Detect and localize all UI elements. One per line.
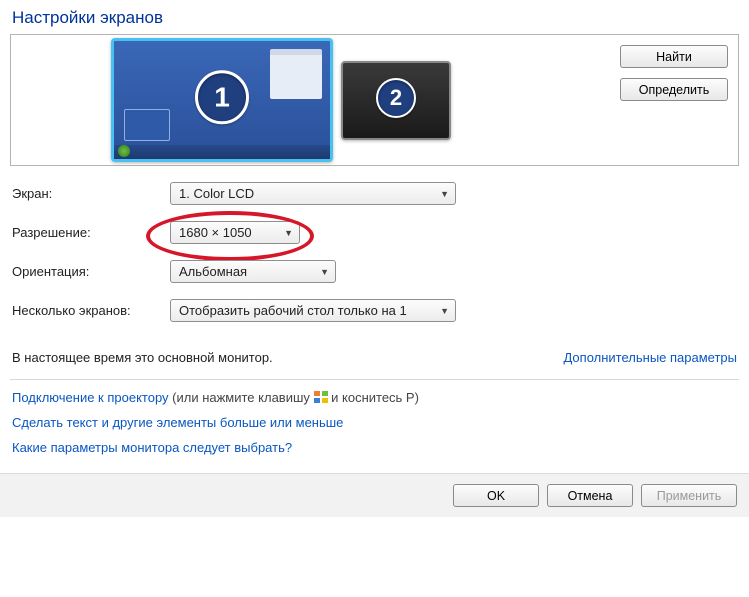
apply-button[interactable]: Применить <box>641 484 737 507</box>
multiple-displays-value: Отобразить рабочий стол только на 1 <box>179 303 407 318</box>
which-settings-link[interactable]: Какие параметры монитора следует выбрать… <box>12 440 292 455</box>
monitor-1[interactable]: 1 <box>111 38 333 162</box>
projector-hint-prefix: (или нажмите клавишу <box>169 390 314 405</box>
row-orientation: Ориентация: Альбомная ▼ <box>10 260 739 283</box>
identify-button[interactable]: Определить <box>620 78 728 101</box>
display-select[interactable]: 1. Color LCD ▼ <box>170 182 456 205</box>
display-side-buttons: Найти Определить <box>620 45 728 101</box>
orientation-select[interactable]: Альбомная ▼ <box>170 260 336 283</box>
projector-hint-suffix: и коснитесь P) <box>328 390 419 405</box>
label-multiple: Несколько экранов: <box>10 303 170 318</box>
separator <box>10 379 739 380</box>
row-multiple-displays: Несколько экранов: Отобразить рабочий ст… <box>10 299 739 322</box>
label-orientation: Ориентация: <box>10 264 170 279</box>
monitor2-badge: 2 <box>376 78 416 118</box>
monitor1-taskbar-icon <box>114 145 330 159</box>
projector-link[interactable]: Подключение к проектору <box>12 390 169 405</box>
row-resolution: Разрешение: 1680 × 1050 ▼ <box>10 221 739 244</box>
monitor-2[interactable]: 2 <box>341 61 451 140</box>
orientation-select-value: Альбомная <box>179 264 247 279</box>
windows-key-icon <box>314 391 328 404</box>
resolution-select-value: 1680 × 1050 <box>179 225 252 240</box>
text-size-link[interactable]: Сделать текст и другие элементы больше и… <box>12 415 343 430</box>
primary-info-row: В настоящее время это основной монитор. … <box>10 350 739 365</box>
text-size-row: Сделать текст и другие элементы больше и… <box>12 415 737 430</box>
chevron-down-icon: ▼ <box>284 228 293 238</box>
monitor1-window-icon <box>270 49 322 99</box>
display-arrangement-box: 1 2 Найти Определить <box>10 34 739 166</box>
page-title: Настройки экранов <box>12 8 739 28</box>
cancel-button[interactable]: Отмена <box>547 484 633 507</box>
chevron-down-icon: ▼ <box>320 267 329 277</box>
display-select-value: 1. Color LCD <box>179 186 254 201</box>
primary-monitor-text: В настоящее время это основной монитор. <box>12 350 273 365</box>
row-display: Экран: 1. Color LCD ▼ <box>10 182 739 205</box>
find-button[interactable]: Найти <box>620 45 728 68</box>
chevron-down-icon: ▼ <box>440 306 449 316</box>
chevron-down-icon: ▼ <box>440 189 449 199</box>
projector-row: Подключение к проектору (или нажмите кла… <box>12 390 737 405</box>
advanced-settings-link[interactable]: Дополнительные параметры <box>563 350 737 365</box>
label-resolution: Разрешение: <box>10 225 170 240</box>
dialog-footer: OK Отмена Применить <box>0 473 749 517</box>
monitor1-start-icon <box>118 145 130 157</box>
multiple-displays-select[interactable]: Отобразить рабочий стол только на 1 ▼ <box>170 299 456 322</box>
monitor-icons: 1 2 <box>111 38 451 162</box>
which-settings-row: Какие параметры монитора следует выбрать… <box>12 440 737 455</box>
resolution-select[interactable]: 1680 × 1050 ▼ <box>170 221 300 244</box>
label-display: Экран: <box>10 186 170 201</box>
ok-button[interactable]: OK <box>453 484 539 507</box>
monitor1-thumb-icon <box>124 109 170 141</box>
monitor1-badge: 1 <box>195 70 249 124</box>
